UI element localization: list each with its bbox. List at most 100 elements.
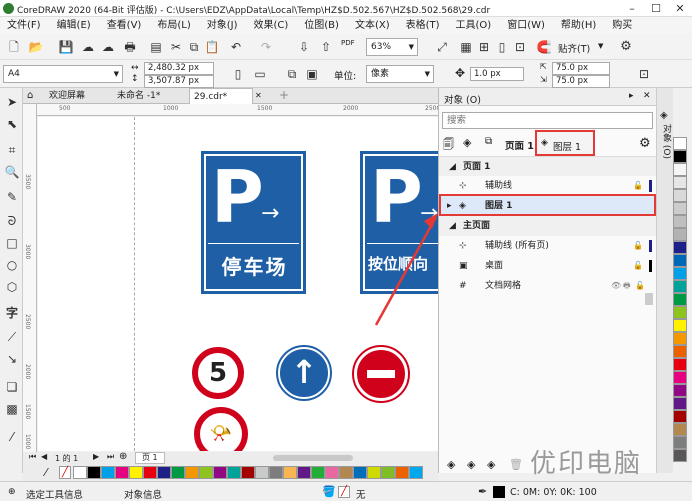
horizontal-scrollbar[interactable] (273, 455, 353, 461)
tab-29-cdr[interactable]: 29.cdr* (189, 88, 253, 104)
transparency-icon[interactable]: ▩ (3, 400, 21, 418)
connector-tool-icon[interactable]: ↘ (3, 350, 21, 368)
color-swatch[interactable] (199, 466, 213, 479)
panel-menu-icon[interactable]: ▸ (629, 91, 634, 101)
menu-window[interactable]: 窗口(W) (500, 17, 554, 34)
color-swatch[interactable] (367, 466, 381, 479)
drop-shadow-icon[interactable]: ❏ (3, 378, 21, 396)
paste-icon[interactable]: 📋 (204, 39, 220, 55)
tree-row-desktop[interactable]: ▣ 桌面 🔓 (439, 256, 656, 276)
artistic-media-icon[interactable]: ᘐ (3, 212, 21, 230)
color-swatch[interactable] (673, 163, 687, 176)
layers-icon[interactable]: ◈ (660, 110, 668, 121)
tree-row-grid[interactable]: # 文档网格 👁 🖶 🔓 (439, 276, 656, 296)
cloud-download-icon[interactable]: ☁ (100, 39, 116, 55)
color-swatch[interactable] (381, 466, 395, 479)
color-swatch[interactable] (409, 466, 423, 479)
tree-row-guides[interactable]: ⊹ 辅助线 🔓 (439, 176, 656, 196)
color-swatch[interactable] (673, 397, 687, 410)
color-swatch[interactable] (673, 215, 687, 228)
color-swatch[interactable] (227, 466, 241, 479)
color-swatch[interactable] (339, 466, 353, 479)
current-layer-box[interactable]: ◈ 图层 1 (535, 130, 595, 156)
snap-icon[interactable]: 🧲 (536, 39, 552, 55)
color-swatch[interactable] (673, 436, 687, 449)
outline-pen-icon[interactable]: ✒ (478, 485, 487, 498)
lock-icon[interactable]: 🔓 (633, 176, 643, 196)
color-swatch[interactable] (673, 150, 687, 163)
color-swatch[interactable] (673, 345, 687, 358)
tab-welcome[interactable]: 欢迎屏幕 (45, 88, 109, 104)
color-swatch[interactable] (395, 466, 409, 479)
ellipse-tool-icon[interactable]: ○ (3, 256, 21, 274)
color-swatch[interactable] (325, 466, 339, 479)
snap-to-button[interactable]: 贴齐(T) (558, 41, 590, 55)
new-master-layer-icon[interactable]: ◈ (467, 458, 475, 471)
color-swatch[interactable] (297, 466, 311, 479)
color-swatch[interactable] (185, 466, 199, 479)
trash-icon[interactable]: 🗑 (509, 458, 523, 471)
all-pages-icon[interactable]: ⧉ (284, 66, 300, 82)
eyedropper-icon[interactable]: ⁄ (45, 466, 47, 479)
duplicate-y-field[interactable]: 75.0 px (552, 75, 610, 88)
lock-icon[interactable]: 🔓 (633, 236, 643, 256)
color-swatch[interactable] (673, 202, 687, 215)
color-swatch[interactable] (87, 466, 101, 479)
print-icon[interactable]: 🖶 (623, 276, 631, 296)
panel-scrollbar[interactable] (645, 293, 653, 305)
menu-table[interactable]: 表格(T) (399, 17, 449, 34)
unit-combo[interactable]: 像素 ▼ (366, 65, 434, 83)
color-swatch[interactable] (673, 449, 687, 462)
add-tab-icon[interactable]: + (279, 88, 289, 102)
guidelines-icon[interactable]: ▯ (494, 39, 510, 55)
color-swatch[interactable] (673, 280, 687, 293)
color-swatch[interactable] (673, 137, 687, 150)
close-icon[interactable]: ✕ (643, 91, 651, 101)
freehand-tool-icon[interactable]: ✎ (3, 188, 21, 206)
color-swatch[interactable] (311, 466, 325, 479)
color-swatch[interactable] (353, 466, 367, 479)
eyedropper-icon[interactable]: ⁄ (3, 428, 21, 446)
page-view-icon[interactable]: 🗐 (443, 136, 454, 155)
new-layer-icon[interactable]: ◈ (447, 458, 455, 471)
copy-icon[interactable]: ⧉ (186, 39, 202, 55)
menu-buy[interactable]: 购买 (605, 17, 641, 34)
home-icon[interactable]: ⌂ (27, 90, 33, 101)
shape-tool-icon[interactable]: ⬉ (3, 115, 21, 133)
docker-tab-objects[interactable]: 对象 (O) (660, 124, 673, 159)
gear-icon[interactable]: ⚙ (618, 39, 634, 55)
tree-row-layer1[interactable]: ▸ ◈ 图层 1 (439, 194, 656, 216)
color-swatch[interactable] (673, 228, 687, 241)
close-icon[interactable]: ✕ (255, 91, 262, 100)
color-swatch[interactable] (673, 319, 687, 332)
page-height-field[interactable]: 3,507.87 px (144, 75, 214, 88)
color-swatch[interactable] (213, 466, 227, 479)
maximize-icon[interactable]: ☐ (644, 0, 668, 17)
next-page-icon[interactable]: ▶ (93, 452, 99, 461)
drawing-canvas[interactable]: P → 停车场 P → 按位顺向 5 ↑ 📯 (38, 117, 438, 451)
color-swatch[interactable] (269, 466, 283, 479)
color-swatch[interactable] (673, 332, 687, 345)
first-page-icon[interactable]: ⏮ (29, 452, 36, 462)
search-input[interactable] (442, 112, 653, 129)
lock-icon[interactable]: 🔓 (635, 276, 645, 296)
menu-help[interactable]: 帮助(H) (554, 17, 605, 34)
menu-effects[interactable]: 效果(C) (246, 17, 297, 34)
menu-view[interactable]: 查看(V) (100, 17, 151, 34)
polygon-tool-icon[interactable]: ⬡ (3, 278, 21, 296)
color-swatch[interactable] (673, 371, 687, 384)
save-icon[interactable]: 💾 (58, 39, 74, 55)
open-folder-icon[interactable]: 📂 (28, 39, 44, 55)
color-swatch[interactable] (171, 466, 185, 479)
zoom-tool-icon[interactable]: 🔍 (3, 163, 21, 181)
color-swatch[interactable] (673, 293, 687, 306)
color-swatch[interactable] (673, 267, 687, 280)
layers-icon[interactable]: ◈ (463, 136, 471, 149)
crop-tool-icon[interactable]: ⌗ (3, 141, 21, 159)
color-swatch[interactable] (673, 176, 687, 189)
color-swatch[interactable] (241, 466, 255, 479)
portrait-icon[interactable]: ▯ (230, 66, 246, 82)
fill-bucket-icon[interactable]: 🪣 (322, 485, 336, 498)
color-swatch[interactable] (255, 466, 269, 479)
close-icon[interactable]: ✕ (668, 0, 692, 17)
